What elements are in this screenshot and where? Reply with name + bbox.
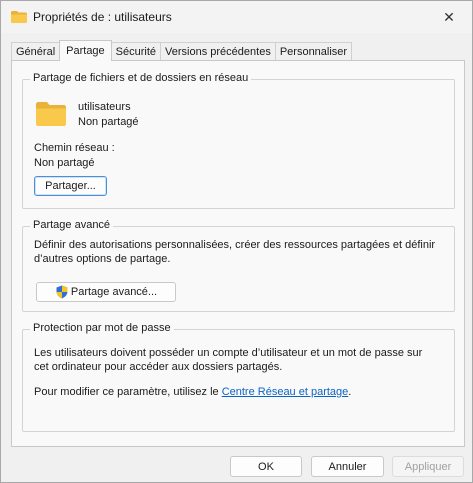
network-sharing-center-link[interactable]: Centre Réseau et partage <box>222 386 349 398</box>
tab-partage[interactable]: Partage <box>59 40 112 61</box>
tab-personnaliser[interactable]: Personnaliser <box>274 42 353 61</box>
title-bar: Propriétés de : utilisateurs ✕ <box>1 1 472 33</box>
tab-label: Partage <box>66 45 105 57</box>
ok-button[interactable]: OK <box>230 456 302 477</box>
tab-versions-precedentes[interactable]: Versions précédentes <box>160 42 276 61</box>
uac-shield-icon <box>56 285 68 299</box>
close-button[interactable]: ✕ <box>426 1 472 33</box>
advanced-sharing-group: Partage avancé Définir des autorisations… <box>22 219 455 312</box>
cancel-button-label: Annuler <box>328 460 367 473</box>
apply-button-label: Appliquer <box>404 460 452 473</box>
modify-setting-text: Pour modifier ce paramètre, utilisez le … <box>34 385 351 399</box>
tab-label: Personnaliser <box>279 46 348 58</box>
ok-button-label: OK <box>258 460 274 473</box>
window-title: Propriétés de : utilisateurs <box>33 10 172 24</box>
folder-icon <box>36 102 66 126</box>
tab-strip: Général Partage Sécurité Versions précéd… <box>11 40 353 61</box>
modify-setting-prefix: Pour modifier ce paramètre, utilisez le <box>34 386 222 398</box>
modify-setting-suffix: . <box>348 386 352 398</box>
network-path-value: Non partagé <box>34 157 95 169</box>
tab-label: Général <box>16 46 56 58</box>
network-sharing-group: Partage de fichiers et de dossiers en ré… <box>22 72 455 209</box>
tab-general[interactable]: Général <box>11 42 61 61</box>
advanced-sharing-description-line1: Définir des autorisations personnalisées… <box>34 239 436 251</box>
sharing-tab-panel: Partage de fichiers et de dossiers en ré… <box>11 60 465 447</box>
tab-securite[interactable]: Sécurité <box>110 42 162 61</box>
tab-label: Sécurité <box>115 46 157 58</box>
advanced-sharing-description-line2: d’autres options de partage. <box>34 253 171 265</box>
network-path-label: Chemin réseau : <box>34 142 115 154</box>
password-protection-title: Protection par mot de passe <box>30 322 174 334</box>
folder-share-status: Non partagé <box>78 116 139 128</box>
password-protection-description-line2: cet ordinateur pour accéder aux dossiers… <box>34 361 283 373</box>
share-button-label: Partager... <box>45 180 96 192</box>
close-icon: ✕ <box>443 8 455 25</box>
folder-name: utilisateurs <box>78 101 131 113</box>
advanced-sharing-button[interactable]: Partage avancé... <box>36 282 176 302</box>
folder-icon <box>11 11 27 23</box>
properties-dialog: Propriétés de : utilisateurs ✕ Général P… <box>0 0 473 483</box>
password-protection-group: Protection par mot de passe Les utilisat… <box>22 322 455 432</box>
cancel-button[interactable]: Annuler <box>311 456 384 477</box>
apply-button[interactable]: Appliquer <box>392 456 464 477</box>
advanced-sharing-button-label: Partage avancé... <box>70 286 158 298</box>
advanced-sharing-title: Partage avancé <box>30 219 114 231</box>
password-protection-description-line1: Les utilisateurs doivent posséder un com… <box>34 347 423 359</box>
tab-label: Versions précédentes <box>165 46 271 58</box>
network-sharing-title: Partage de fichiers et de dossiers en ré… <box>30 72 252 84</box>
share-button[interactable]: Partager... <box>34 176 107 196</box>
